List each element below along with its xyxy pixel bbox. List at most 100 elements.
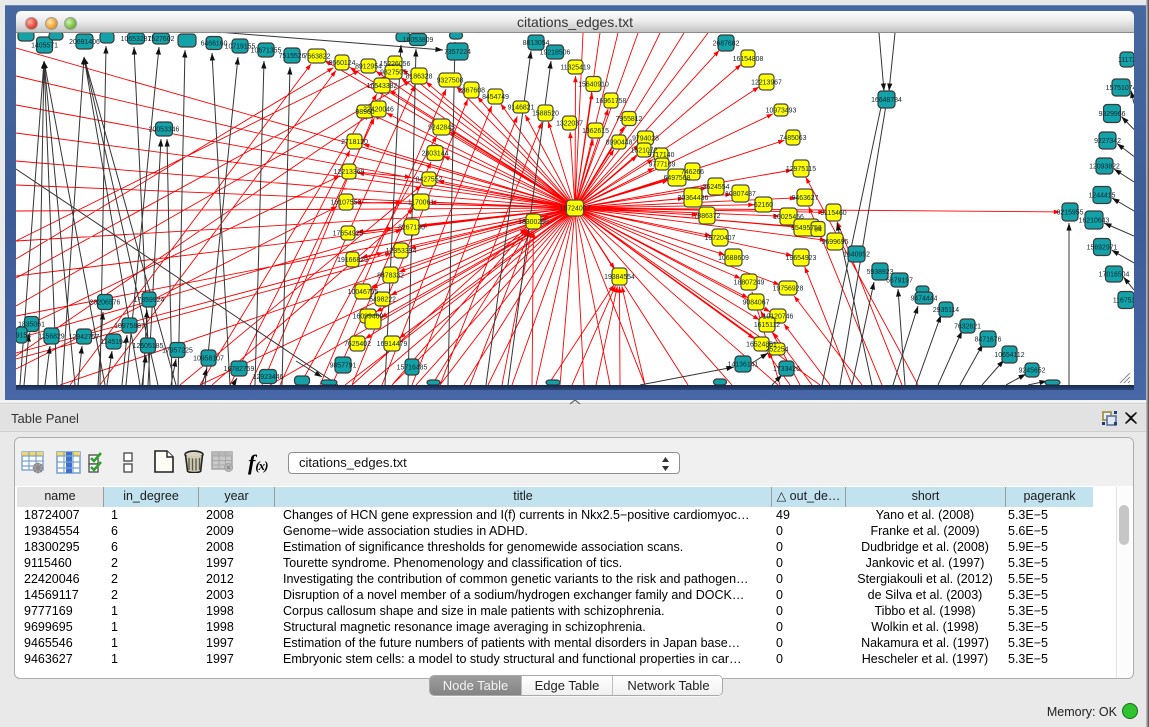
svg-text:17859924: 17859924 — [134, 297, 165, 304]
svg-text:9146821: 9146821 — [508, 104, 535, 111]
svg-text:8186328: 8186328 — [406, 73, 433, 80]
svg-text:2803144: 2803144 — [422, 150, 449, 157]
svg-text:12942757: 12942757 — [69, 334, 100, 341]
svg-text:9777169: 9777169 — [649, 161, 676, 168]
svg-text:16914479: 16914479 — [377, 341, 408, 348]
svg-text:8267130: 8267130 — [398, 224, 425, 231]
svg-text:10654112: 10654112 — [994, 352, 1024, 359]
svg-text:10046755: 10046755 — [348, 289, 379, 296]
svg-text:7485063: 7485063 — [780, 135, 807, 142]
svg-text:8990448: 8990448 — [606, 139, 633, 146]
svg-text:252254: 252254 — [766, 346, 789, 353]
svg-text:19218506: 19218506 — [540, 49, 571, 56]
svg-text:1244415: 1244415 — [1089, 192, 1116, 199]
svg-text:9474444: 9474444 — [911, 295, 938, 302]
svg-text:5938923: 5938923 — [867, 269, 894, 276]
svg-text:9827505: 9827505 — [380, 69, 407, 76]
svg-text:8215955: 8215955 — [1057, 209, 1084, 216]
svg-text:12093822: 12093822 — [1089, 163, 1120, 170]
svg-text:16782759: 16782759 — [224, 366, 255, 373]
svg-text:3624554: 3624554 — [703, 184, 730, 191]
svg-text:8912954: 8912954 — [355, 63, 382, 70]
svg-text:1145194: 1145194 — [100, 339, 126, 346]
svg-text:10973493: 10973493 — [766, 107, 797, 114]
svg-text:9227342: 9227342 — [1094, 138, 1121, 145]
svg-text:16053809: 16053809 — [403, 37, 434, 44]
svg-text:16648784: 16648784 — [871, 97, 902, 104]
svg-text:8878332: 8878332 — [377, 272, 404, 279]
svg-text:9242845: 9242845 — [428, 124, 455, 131]
svg-text:16099469: 16099469 — [353, 313, 384, 320]
svg-text:16107553: 16107553 — [331, 199, 362, 206]
svg-text:39154: 39154 — [16, 332, 31, 339]
svg-text:1362615: 1362615 — [582, 128, 609, 135]
svg-text:1170061: 1170061 — [408, 199, 434, 206]
svg-text:16961758: 16961758 — [596, 98, 627, 105]
svg-text:9699695: 9699695 — [822, 239, 849, 246]
svg-text:20206576: 20206576 — [90, 299, 121, 306]
svg-text:1167533: 1167533 — [1113, 297, 1134, 304]
svg-text:16154808: 16154808 — [733, 56, 764, 63]
svg-text:1322037: 1322037 — [556, 120, 583, 127]
svg-text:1588520: 1588520 — [532, 110, 559, 117]
svg-text:12213369: 12213369 — [334, 169, 365, 176]
svg-text:12505185: 12505185 — [133, 343, 164, 350]
svg-text:6679197: 6679197 — [886, 277, 913, 284]
svg-text:15640910: 15640910 — [578, 81, 609, 88]
svg-text:12923446: 12923446 — [253, 374, 284, 381]
svg-text:9329966: 9329966 — [1099, 111, 1126, 118]
svg-text:9115460: 9115460 — [820, 210, 846, 217]
svg-text:19384554: 19384554 — [604, 274, 635, 281]
svg-text:2867608: 2867608 — [458, 87, 485, 94]
svg-text:16210643: 16210643 — [1079, 217, 1110, 224]
svg-text:12975115: 12975115 — [786, 166, 816, 173]
svg-text:1615112: 1615112 — [754, 322, 780, 329]
svg-text:9660124: 9660124 — [329, 60, 356, 67]
svg-text:7632621: 7632621 — [954, 323, 981, 330]
svg-text:22420046: 22420046 — [363, 106, 394, 113]
svg-text:20691406: 20691406 — [69, 39, 100, 46]
svg-text:18724007: 18724007 — [560, 205, 591, 212]
svg-text:7663822: 7663822 — [304, 53, 331, 60]
svg-text:11172: 11172 — [1118, 57, 1134, 64]
svg-text:7515526: 7515526 — [279, 53, 306, 60]
svg-text:14136141: 14136141 — [728, 361, 759, 368]
svg-text:1156829: 1156829 — [38, 333, 64, 340]
svg-text:15716485: 15716485 — [397, 364, 428, 371]
svg-text:18300295: 18300295 — [518, 219, 549, 226]
svg-text:9794028: 9794028 — [632, 135, 659, 142]
svg-text:15751074: 15751074 — [1106, 85, 1134, 92]
svg-text:19654923: 19654923 — [786, 255, 817, 262]
svg-text:7625402: 7625402 — [344, 341, 371, 348]
svg-text:1835061: 1835061 — [18, 321, 45, 328]
svg-text:9857791: 9857791 — [330, 362, 357, 369]
svg-text:8813054: 8813054 — [523, 40, 550, 47]
svg-text:1733426: 1733426 — [773, 366, 800, 373]
svg-text:12213967: 12213967 — [751, 79, 782, 86]
svg-text:8471676: 8471676 — [975, 336, 1002, 343]
svg-text:17654925: 17654925 — [333, 230, 364, 237]
svg-text:8427552: 8427552 — [416, 176, 443, 183]
svg-text:1527602: 1527602 — [148, 36, 175, 43]
svg-text:746266: 746266 — [681, 169, 704, 176]
svg-text:1640952: 1640952 — [843, 251, 870, 258]
svg-text:10975887: 10975887 — [114, 323, 145, 330]
svg-text:19166829: 19166829 — [337, 257, 368, 264]
svg-text:9084067: 9084067 — [743, 299, 770, 306]
svg-text:10671355: 10671355 — [251, 47, 282, 54]
svg-text:16543382: 16543382 — [367, 83, 398, 90]
svg-text:18807249: 18807249 — [734, 279, 765, 286]
svg-text:17957225: 17957225 — [162, 347, 193, 354]
svg-text:7357224: 7357224 — [444, 49, 471, 56]
svg-text:9463627: 9463627 — [792, 195, 819, 202]
svg-text:1405571: 1405571 — [31, 42, 58, 49]
svg-text:2687682: 2687682 — [713, 40, 740, 47]
svg-text:10120746: 10120746 — [763, 313, 794, 320]
svg-text:19756928: 19756928 — [773, 285, 804, 292]
svg-text:10688609: 10688609 — [718, 255, 749, 262]
svg-text:8454749: 8454749 — [482, 94, 509, 101]
svg-text:9327508: 9327508 — [437, 77, 464, 84]
svg-text:5498222: 5498222 — [369, 296, 396, 303]
svg-text:2935114: 2935114 — [933, 307, 959, 314]
svg-text:11325419: 11325419 — [560, 64, 590, 71]
